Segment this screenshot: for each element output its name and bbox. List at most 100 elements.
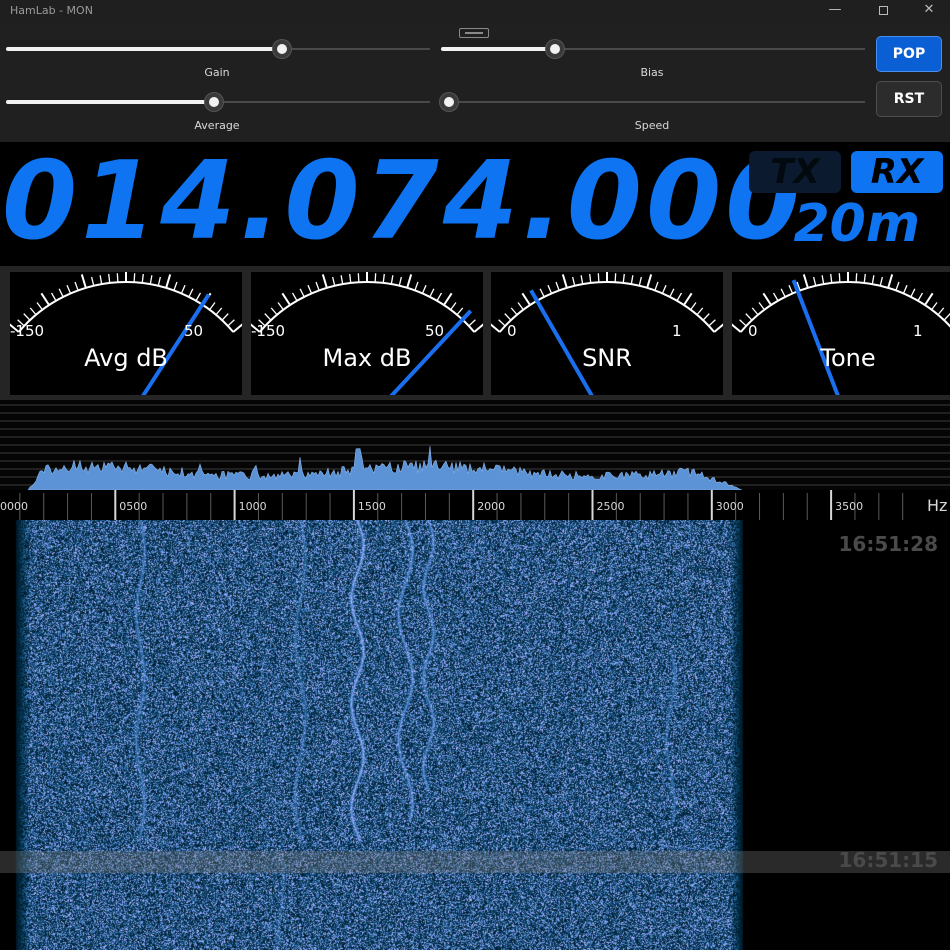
rx-indicator[interactable]: RX <box>851 151 943 193</box>
spectrum-plot[interactable] <box>0 400 950 491</box>
meter-tick <box>436 292 443 302</box>
pop-button[interactable]: POP <box>876 36 942 72</box>
collapse-handle-icon[interactable] <box>459 28 489 38</box>
meter-tick <box>821 275 825 285</box>
axis-tick-label: 2000 <box>477 500 505 513</box>
axis-tick-label: 2500 <box>597 500 625 513</box>
maximize-button[interactable] <box>860 0 906 22</box>
axis-tick-label: 1000 <box>239 500 267 513</box>
meter-tick <box>307 284 313 294</box>
meter-tick <box>910 288 916 298</box>
meter-tick <box>227 319 235 327</box>
meter-tick <box>357 273 360 283</box>
meter-tick <box>924 292 934 306</box>
meter-tick <box>165 274 172 289</box>
meter-tick <box>561 274 568 289</box>
slider-track <box>441 101 865 103</box>
meter-max-label: 50 <box>425 322 445 340</box>
meter-tick <box>23 313 31 321</box>
meter-tick <box>745 313 753 321</box>
meter-min-label: 0 <box>748 322 758 340</box>
meter-tick <box>702 313 710 321</box>
controls-panel: Gain Bias Average Speed POP RST <box>0 22 950 142</box>
meter-tick <box>902 284 908 294</box>
meter-tick <box>696 307 704 316</box>
meter-tick <box>654 281 659 291</box>
slider-thumb[interactable] <box>273 40 291 58</box>
title-bar: HamLab - MON — ✕ <box>0 0 950 22</box>
meter-tick <box>36 302 43 311</box>
meter-tick <box>669 288 675 298</box>
meter-tick <box>209 302 216 311</box>
slider-fill <box>441 47 555 51</box>
meter-tick <box>683 292 693 306</box>
meter-tick <box>887 274 894 289</box>
tx-indicator[interactable]: TX <box>749 151 841 193</box>
meter-label: Max dB <box>322 344 412 372</box>
meter-label: Tone <box>820 344 876 372</box>
meter-max-label: 1 <box>913 322 923 340</box>
meter-tick <box>277 302 284 311</box>
maximize-icon <box>878 6 888 15</box>
meter-min-label: -150 <box>10 322 45 340</box>
meter-tick <box>173 281 178 291</box>
slider-thumb[interactable] <box>546 40 564 58</box>
meter-tick <box>91 276 95 286</box>
meter-tick <box>468 319 476 327</box>
meter-tick <box>50 292 57 302</box>
frequency-axis: 0000 0500 1000 1500 2000 2500 3000 3500 Hz <box>0 490 950 520</box>
meter-tick <box>99 275 103 285</box>
meter-needle <box>529 289 594 395</box>
bias-label: Bias <box>640 66 664 79</box>
meter-tick <box>838 273 841 283</box>
meter-dial <box>10 272 242 395</box>
bias-slider[interactable] <box>441 39 865 59</box>
meter-tick <box>788 284 794 294</box>
minimize-button[interactable]: — <box>812 0 858 22</box>
meter-tick <box>630 275 634 285</box>
meter-tick <box>270 307 278 316</box>
close-button[interactable]: ✕ <box>906 0 950 22</box>
slider-thumb[interactable] <box>440 93 458 111</box>
meter-tick <box>374 273 377 283</box>
frequency-readout[interactable]: 014.074.000 <box>2 146 804 258</box>
meter-tick <box>589 273 592 284</box>
meter-tick <box>74 281 79 291</box>
meter-tick <box>116 273 119 283</box>
gain-label: Gain <box>204 66 230 79</box>
meter-tick <box>855 273 858 283</box>
waterfall-display[interactable]: 16:51:28 16:51:15 <box>0 520 950 950</box>
band-label[interactable]: 20m <box>780 194 920 254</box>
meter-tick <box>504 313 512 321</box>
meter-tick <box>580 275 584 285</box>
rst-button[interactable]: RST <box>876 81 942 117</box>
meter-tick <box>456 307 464 316</box>
meter-tick <box>830 273 833 284</box>
tone-meter: 0 1 Tone <box>732 272 950 395</box>
meter-tick <box>813 276 817 286</box>
window-title: HamLab - MON <box>10 4 93 17</box>
meter-min-label: 0 <box>507 322 517 340</box>
snr-meter: 0 1 SNR <box>491 272 723 395</box>
meter-tick <box>382 273 385 284</box>
meter-tick <box>739 319 747 327</box>
meter-label: SNR <box>582 344 632 372</box>
waterfall-canvas <box>0 520 950 950</box>
meter-tick <box>299 288 305 298</box>
axis-scale: 0000 0500 1000 1500 2000 2500 3000 3500 Hz <box>0 490 947 520</box>
axis-tick-label: 0500 <box>119 500 147 513</box>
meter-tick <box>390 275 394 285</box>
meter-tick <box>429 288 435 298</box>
meter-max-label: 1 <box>672 322 682 340</box>
gain-slider[interactable] <box>6 39 430 59</box>
timestamp-label: 16:51:15 <box>838 848 939 872</box>
meter-tick <box>406 274 413 289</box>
speed-slider[interactable] <box>440 92 865 112</box>
meter-tick <box>614 273 617 283</box>
slider-thumb[interactable] <box>205 93 223 111</box>
axis-tick-label: 3000 <box>716 500 744 513</box>
frequency-panel: 014.074.000 TX RX 20m <box>0 142 950 266</box>
meter-dial <box>491 272 723 395</box>
average-slider[interactable] <box>6 92 430 112</box>
speed-label: Speed <box>634 119 670 132</box>
